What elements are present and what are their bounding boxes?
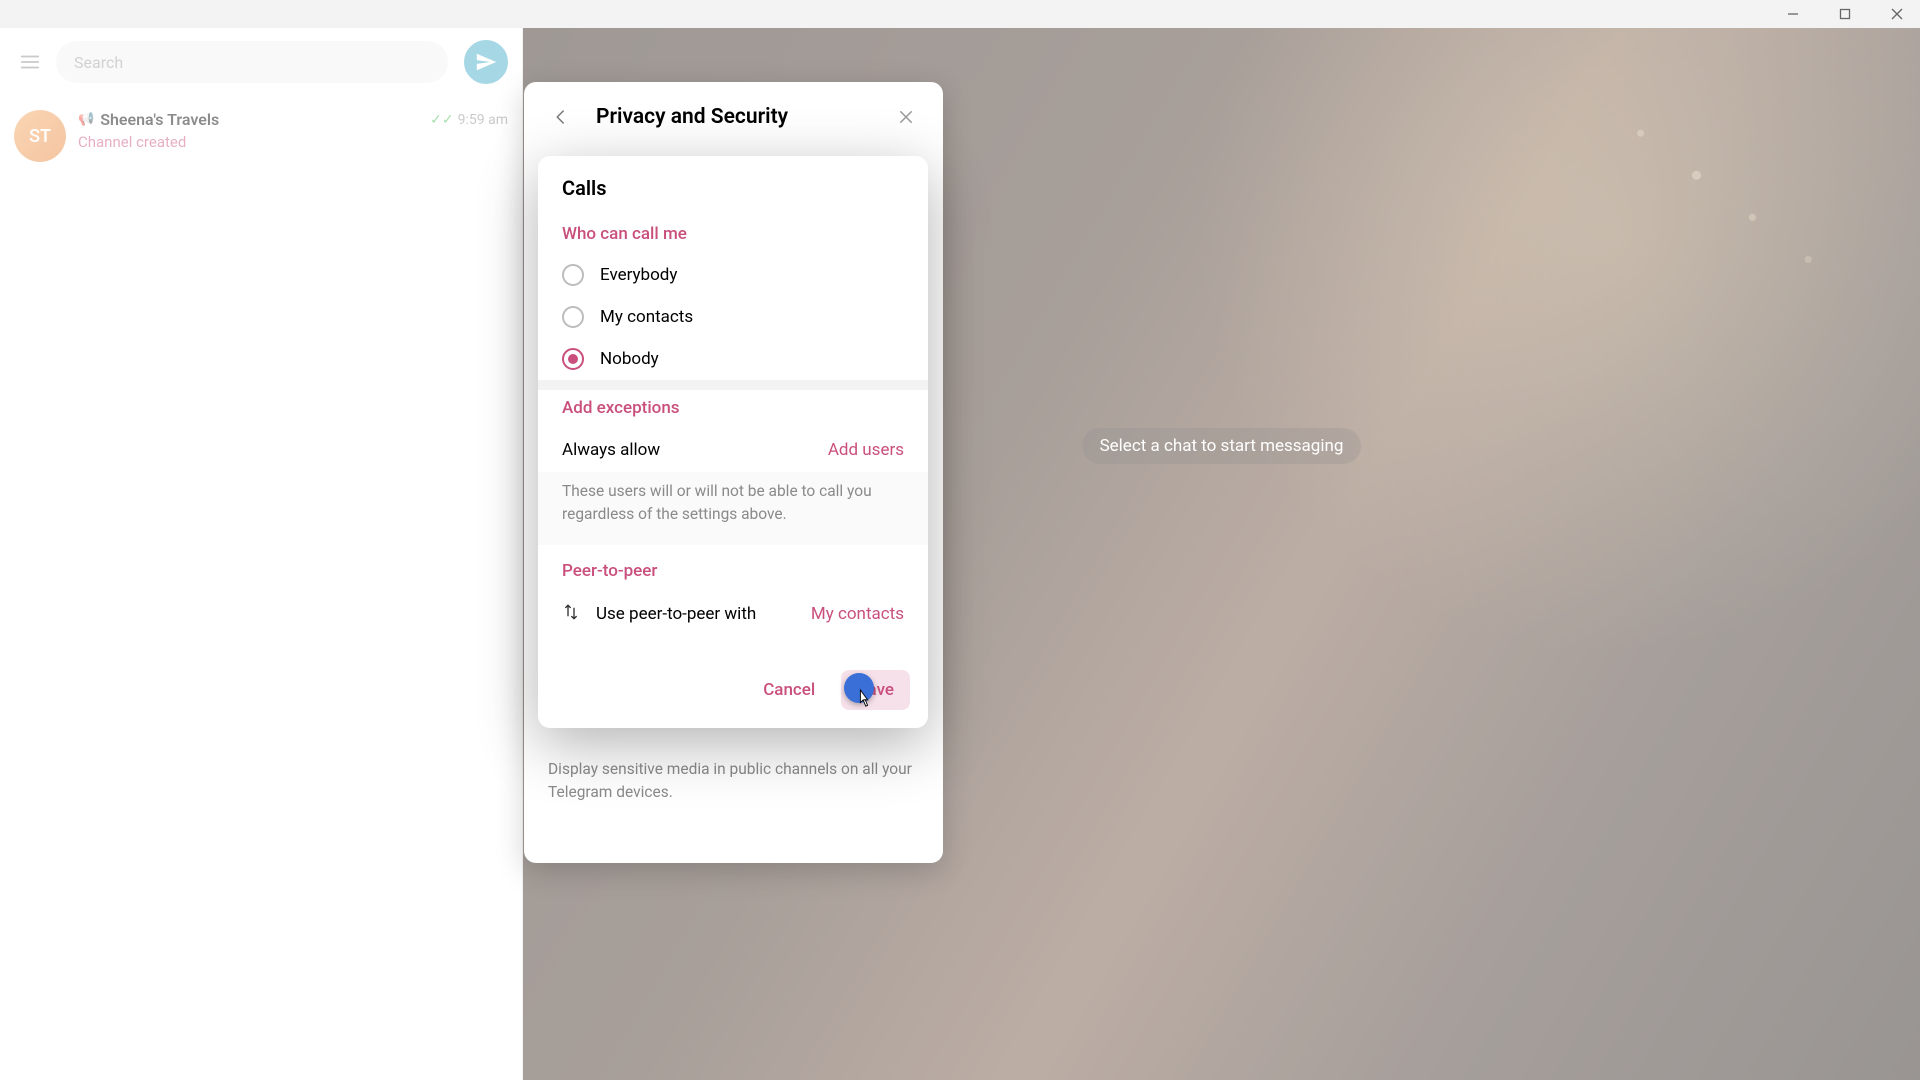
radio-icon-selected — [562, 348, 584, 370]
radio-option-everybody[interactable]: Everybody — [538, 254, 928, 296]
cursor-icon — [855, 688, 873, 715]
always-allow-label: Always allow — [562, 440, 660, 460]
sensitive-media-note: Display sensitive media in public channe… — [524, 750, 943, 823]
add-users-link[interactable]: Add users — [828, 440, 904, 460]
who-can-call-header: Who can call me — [538, 216, 928, 254]
minimize-button[interactable] — [1776, 4, 1810, 24]
radio-icon — [562, 264, 584, 286]
p2p-header: Peer-to-peer — [538, 545, 928, 591]
close-window-button[interactable] — [1880, 4, 1914, 24]
calls-settings-modal: Calls Who can call me Everybody My conta… — [538, 156, 928, 728]
save-button[interactable]: Save — [841, 670, 910, 710]
modal-title: Calls — [538, 156, 928, 216]
cancel-button[interactable]: Cancel — [747, 670, 831, 710]
radio-icon — [562, 306, 584, 328]
always-allow-row[interactable]: Always allow Add users — [538, 428, 928, 472]
arrows-up-down-icon — [562, 603, 580, 626]
divider — [538, 380, 928, 390]
exceptions-header: Add exceptions — [538, 390, 928, 428]
radio-label: Everybody — [600, 265, 677, 285]
radio-label: Nobody — [600, 349, 659, 369]
exceptions-hint: These users will or will not be able to … — [538, 472, 928, 545]
modal-overlay — [0, 28, 1920, 1080]
panel-title: Privacy and Security — [596, 105, 871, 129]
maximize-button[interactable] — [1828, 4, 1862, 24]
p2p-value: My contacts — [811, 604, 904, 624]
close-panel-button[interactable] — [889, 100, 923, 134]
radio-label: My contacts — [600, 307, 693, 327]
p2p-row[interactable]: Use peer-to-peer with My contacts — [538, 591, 928, 650]
window-titlebar — [0, 0, 1920, 28]
back-button[interactable] — [544, 100, 578, 134]
radio-option-nobody[interactable]: Nobody — [538, 338, 928, 380]
p2p-label: Use peer-to-peer with — [596, 604, 756, 624]
radio-option-my-contacts[interactable]: My contacts — [538, 296, 928, 338]
